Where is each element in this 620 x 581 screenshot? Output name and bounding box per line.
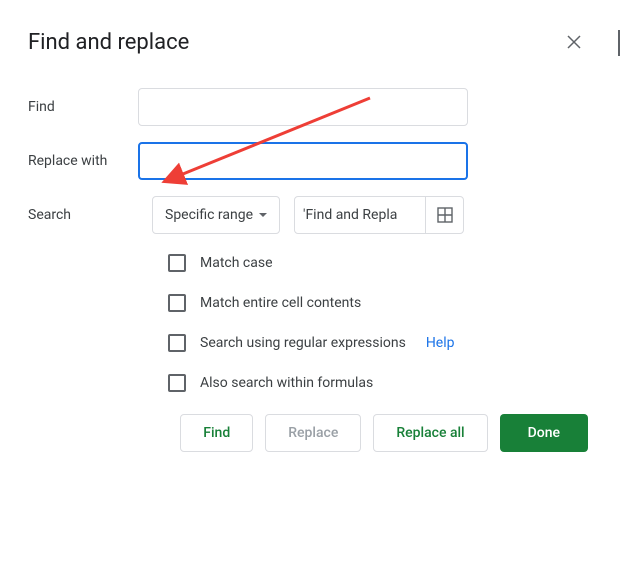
search-scope-dropdown[interactable]: Specific range: [152, 196, 280, 234]
replace-label: Replace with: [28, 153, 138, 169]
range-input-group: 'Find and Repla: [294, 196, 464, 234]
match-case-option: Match case: [168, 254, 592, 272]
replace-all-button[interactable]: Replace all: [373, 414, 487, 452]
find-replace-dialog: Find and replace Find Replace with Searc…: [0, 0, 620, 476]
replace-input[interactable]: [138, 142, 468, 180]
checkbox-label: Match case: [200, 255, 273, 271]
replace-button[interactable]: Replace: [265, 414, 361, 452]
checkbox-label: Search using regular expressions: [200, 335, 406, 351]
select-range-button[interactable]: [425, 197, 463, 233]
dialog-title: Find and replace: [28, 30, 189, 55]
formulas-checkbox[interactable]: [168, 374, 186, 392]
dialog-header: Find and replace: [28, 24, 592, 60]
checkbox-label: Match entire cell contents: [200, 295, 361, 311]
formulas-option: Also search within formulas: [168, 374, 592, 392]
match-case-checkbox[interactable]: [168, 254, 186, 272]
close-button[interactable]: [556, 24, 592, 60]
done-button[interactable]: Done: [500, 414, 588, 452]
match-entire-checkbox[interactable]: [168, 294, 186, 312]
regex-checkbox[interactable]: [168, 334, 186, 352]
options-group: Match case Match entire cell contents Se…: [168, 254, 592, 392]
help-link[interactable]: Help: [426, 335, 455, 351]
regex-option: Search using regular expressions Help: [168, 334, 592, 352]
search-row: Search Specific range 'Find and Repla: [28, 196, 592, 234]
find-row: Find: [28, 88, 592, 126]
find-input[interactable]: [138, 88, 468, 126]
search-label: Search: [28, 207, 138, 223]
chevron-down-icon: [259, 213, 267, 217]
range-input[interactable]: 'Find and Repla: [295, 207, 425, 223]
grid-icon: [437, 207, 453, 223]
find-button[interactable]: Find: [180, 414, 253, 452]
close-icon: [567, 35, 581, 49]
button-row: Find Replace Replace all Done: [28, 414, 592, 452]
replace-row: Replace with: [28, 142, 592, 180]
checkbox-label: Also search within formulas: [200, 375, 373, 391]
match-entire-option: Match entire cell contents: [168, 294, 592, 312]
dropdown-label: Specific range: [165, 207, 253, 223]
find-label: Find: [28, 99, 138, 115]
